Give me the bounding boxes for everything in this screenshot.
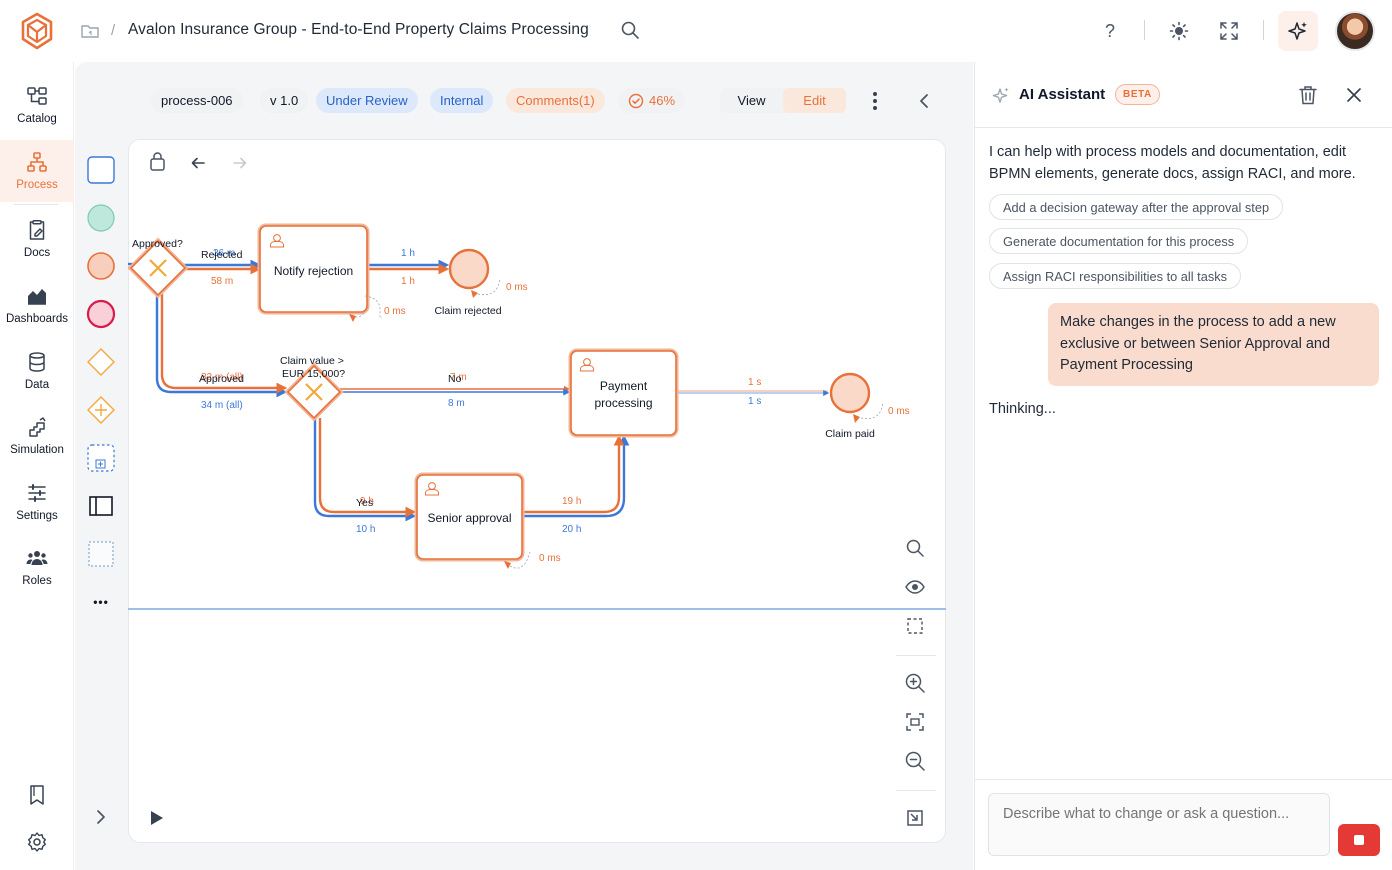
- user-message-bubble: Make changes in the process to add a new…: [1048, 303, 1379, 386]
- sun-icon: [1169, 21, 1189, 41]
- flow-label-no: No: [448, 373, 462, 385]
- zoom-in-button[interactable]: [900, 668, 930, 698]
- chevron-right-icon[interactable]: [93, 808, 109, 826]
- bpmn-diagram: Approved? 36 m Rejected 58 m Notify reje…: [127, 223, 910, 569]
- ai-intro-message: I can help with process models and docum…: [989, 144, 1356, 182]
- ai-panel-header: AI Assistant BETA: [975, 62, 1392, 128]
- minimap-icon: [907, 810, 923, 826]
- flow-time: 1 h: [401, 276, 415, 287]
- play-simulation-icon[interactable]: [148, 808, 166, 828]
- task-payment-processing[interactable]: [568, 348, 679, 438]
- wait-time: 0 ms: [888, 406, 910, 417]
- user-avatar[interactable]: [1335, 11, 1375, 51]
- task-senior-label: Senior approval: [427, 511, 511, 525]
- selection-icon: [907, 618, 923, 634]
- select-area-button[interactable]: [900, 611, 930, 641]
- divider: [1263, 20, 1264, 40]
- bookmark-button[interactable]: [24, 782, 50, 808]
- task-payment-label-2: processing: [594, 396, 652, 410]
- assistant-status: Thinking...: [989, 401, 1056, 417]
- close-icon[interactable]: [1344, 85, 1364, 105]
- theme-toggle-button[interactable]: [1166, 18, 1192, 44]
- task-notify-label: Notify rejection: [274, 264, 353, 278]
- gear-icon: [28, 832, 46, 852]
- app-settings-button[interactable]: [24, 829, 50, 855]
- flow-time: 8 m: [448, 398, 465, 409]
- flow-time: 1 s: [748, 377, 761, 388]
- flow-time: 19 h: [562, 496, 581, 507]
- zoom-out-button[interactable]: [900, 746, 930, 776]
- trash-icon[interactable]: [1297, 84, 1319, 106]
- stop-icon: [1354, 835, 1364, 845]
- visibility-button[interactable]: [900, 572, 930, 602]
- ai-panel-title: AI Assistant: [1019, 86, 1106, 103]
- search-icon: [906, 539, 924, 557]
- flow-label-yes: Yes: [356, 497, 373, 509]
- end-event-claim-paid[interactable]: [829, 372, 871, 414]
- suggestion-chip[interactable]: Assign RACI responsibilities to all task…: [989, 263, 1242, 289]
- minimap-toggle-button[interactable]: [900, 803, 930, 833]
- search-canvas-button[interactable]: [900, 533, 930, 563]
- flow-time: 20 h: [562, 524, 581, 535]
- wait-time: 0 ms: [506, 282, 528, 293]
- beta-badge: BETA: [1115, 84, 1160, 105]
- divider: [975, 779, 1392, 780]
- canvas-split-divider[interactable]: [128, 608, 946, 610]
- flow-time: 1 s: [748, 396, 761, 407]
- suggestion-chip[interactable]: Generate documentation for this process: [989, 228, 1249, 254]
- end-event-claim-rejected[interactable]: [448, 248, 490, 290]
- flow-time: 58 m: [211, 276, 233, 287]
- end-claim-paid-label: Claim paid: [825, 428, 875, 440]
- end-claim-rejected-label: Claim rejected: [434, 305, 501, 317]
- fullscreen-button[interactable]: [1216, 18, 1242, 44]
- zoom-in-icon: [905, 673, 925, 693]
- expand-icon: [1220, 22, 1238, 40]
- suggestion-chip[interactable]: Add a decision gateway after the approva…: [989, 194, 1284, 220]
- flow-time: 1 h: [401, 248, 415, 259]
- gateway-approved-label: Approved?: [132, 238, 183, 250]
- sparkle-icon: [992, 87, 1009, 103]
- ai-assistant-panel: AI Assistant BETA I can help with proces…: [974, 62, 1392, 870]
- divider: [1144, 20, 1145, 40]
- wait-time: 0 ms: [539, 553, 561, 564]
- ai-prompt-input[interactable]: [988, 793, 1330, 856]
- ai-assistant-toggle-button[interactable]: [1278, 11, 1318, 51]
- help-icon: ?: [1104, 20, 1115, 41]
- flow-label-rejected: Rejected: [201, 249, 243, 261]
- wait-time: 0 ms: [384, 306, 406, 317]
- eye-icon: [905, 580, 925, 594]
- fit-screen-icon: [906, 713, 924, 731]
- gateway-claim-value-label-1: Claim value >: [280, 355, 344, 367]
- flow-time: 10 h: [356, 524, 375, 535]
- flow-time: 34 m (all): [201, 400, 243, 411]
- help-button[interactable]: ?: [1097, 18, 1123, 44]
- flow-label-approved: Approved: [199, 373, 244, 385]
- bookmark-icon: [30, 785, 44, 805]
- stop-generation-button[interactable]: [1338, 824, 1380, 856]
- fit-to-screen-button[interactable]: [900, 707, 930, 737]
- divider: [896, 790, 936, 791]
- sparkle-icon: [1288, 22, 1307, 40]
- divider: [896, 655, 936, 656]
- zoom-out-icon: [905, 751, 925, 771]
- gateway-claim-value-label-2: EUR 15,000?: [282, 368, 345, 380]
- task-payment-label-1: Payment: [600, 379, 648, 393]
